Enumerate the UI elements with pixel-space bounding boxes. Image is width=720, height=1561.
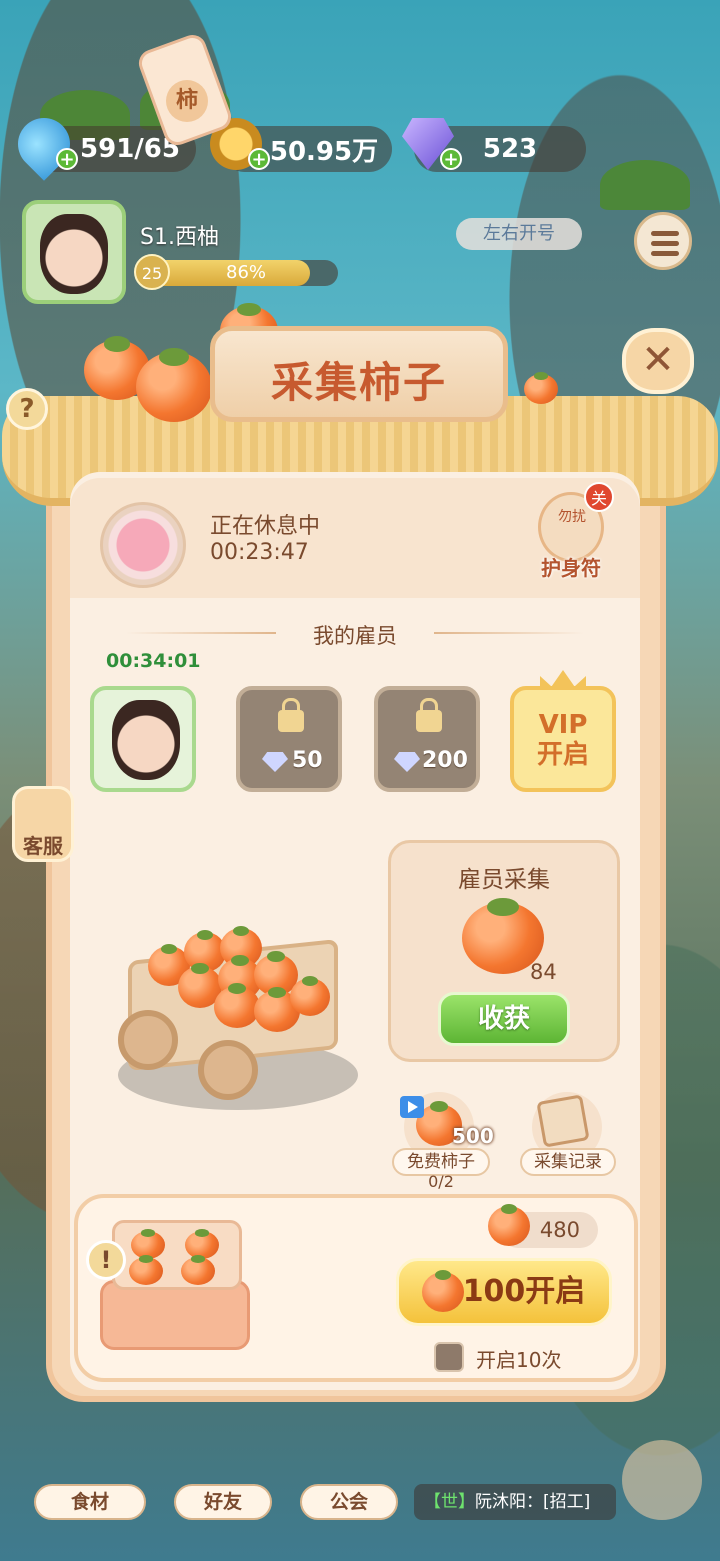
collect-count: 84 [530,960,557,984]
collect-title: 雇员采集 [458,867,550,893]
add-gem-icon[interactable]: + [440,148,462,170]
nav-ingredients[interactable]: 食材 [34,1484,146,1520]
harvest-button[interactable]: 收获 [438,992,570,1046]
gift-box-base [100,1280,250,1350]
rose-icon [100,502,186,588]
charm-sign: 勿扰 [558,509,586,525]
cart-wheel [198,1040,258,1100]
player-avatar[interactable] [22,200,126,304]
record-book-icon [536,1094,590,1148]
gem-value: 523 [482,134,538,164]
employee-slot-active[interactable] [90,686,196,792]
employee-slot-locked[interactable]: 50 [236,686,342,792]
chat-channel: 【世】 [424,1492,475,1512]
status-title: 正在休息中 [210,514,321,539]
avatar-portrait [40,214,108,294]
customer-service-label: 客服 [23,834,63,858]
collect-record-label[interactable]: 采集记录 [520,1148,616,1176]
info-icon[interactable]: ! [86,1240,126,1280]
cart-wheel [118,1010,178,1070]
menu-button[interactable] [634,212,692,270]
nav-friends[interactable]: 好友 [174,1484,272,1520]
employee-timer: 00:34:01 [106,650,201,672]
add-coin-icon[interactable]: + [248,148,270,170]
persimmon-decoration [524,372,558,404]
gift-box-tray [112,1220,242,1290]
employee-slot-locked[interactable]: 200 [374,686,480,792]
server-tag[interactable]: 左右开号 [456,218,582,250]
persimmon-icon [488,1203,530,1246]
panel-title: 采集柿子 [270,358,447,407]
employee-portrait [112,700,180,780]
menu-icon-line [651,251,679,256]
level-badge: 25 [134,254,170,290]
status-timer: 00:23:47 [210,540,309,565]
open-ten-checkbox[interactable] [434,1342,464,1372]
lock-icon [278,698,304,732]
flower-menu-button[interactable] [622,1440,702,1520]
gift-seal: 柿 [166,80,208,122]
open-ten-label: 开启10次 [476,1348,562,1372]
free-persimmon-amount: 500 [452,1124,494,1148]
unlock-cost: 200 [422,748,468,773]
player-name: S1.西柚 [140,225,219,250]
palm-tree [600,160,690,210]
persimmon-icon [290,975,330,1016]
video-icon [400,1096,424,1118]
lock-icon [416,698,442,732]
chat-message: 阮沐阳：[招工] [475,1492,591,1512]
persimmon-icon [181,1255,215,1285]
employees-title: 我的雇员 [313,624,397,648]
gem-resource[interactable]: + 523 [402,118,586,172]
charm-label: 护身符 [541,556,601,580]
close-button[interactable]: ✕ [622,328,694,394]
level-progress-text: 86% [226,262,267,283]
persimmon-icon [129,1255,163,1285]
nav-guild[interactable]: 公会 [300,1484,398,1520]
persimmon-gift-box [100,1220,290,1360]
charm-toggle-badge[interactable]: 关 [584,482,614,512]
vip-slot[interactable]: VIP 开启 [510,686,616,792]
persimmon-icon [422,1269,464,1312]
unlock-cost: 50 [292,748,323,773]
menu-icon-line [651,241,679,246]
menu-icon-line [651,231,679,236]
persimmon-cart [98,890,368,1130]
coin-resource[interactable]: + 50.95万 [210,118,392,172]
persimmon-decoration [136,347,212,422]
add-water-icon[interactable]: + [56,148,78,170]
free-persimmon-progress: 0/2 [428,1172,454,1191]
gem-icon [394,752,420,772]
gem-icon [262,752,288,772]
help-button[interactable]: ? [6,388,48,430]
world-chat[interactable]: 【世】阮沐阳：[招工] [414,1484,616,1520]
vip-label: VIP 开启 [536,710,589,770]
persimmon-icon [214,983,260,1028]
